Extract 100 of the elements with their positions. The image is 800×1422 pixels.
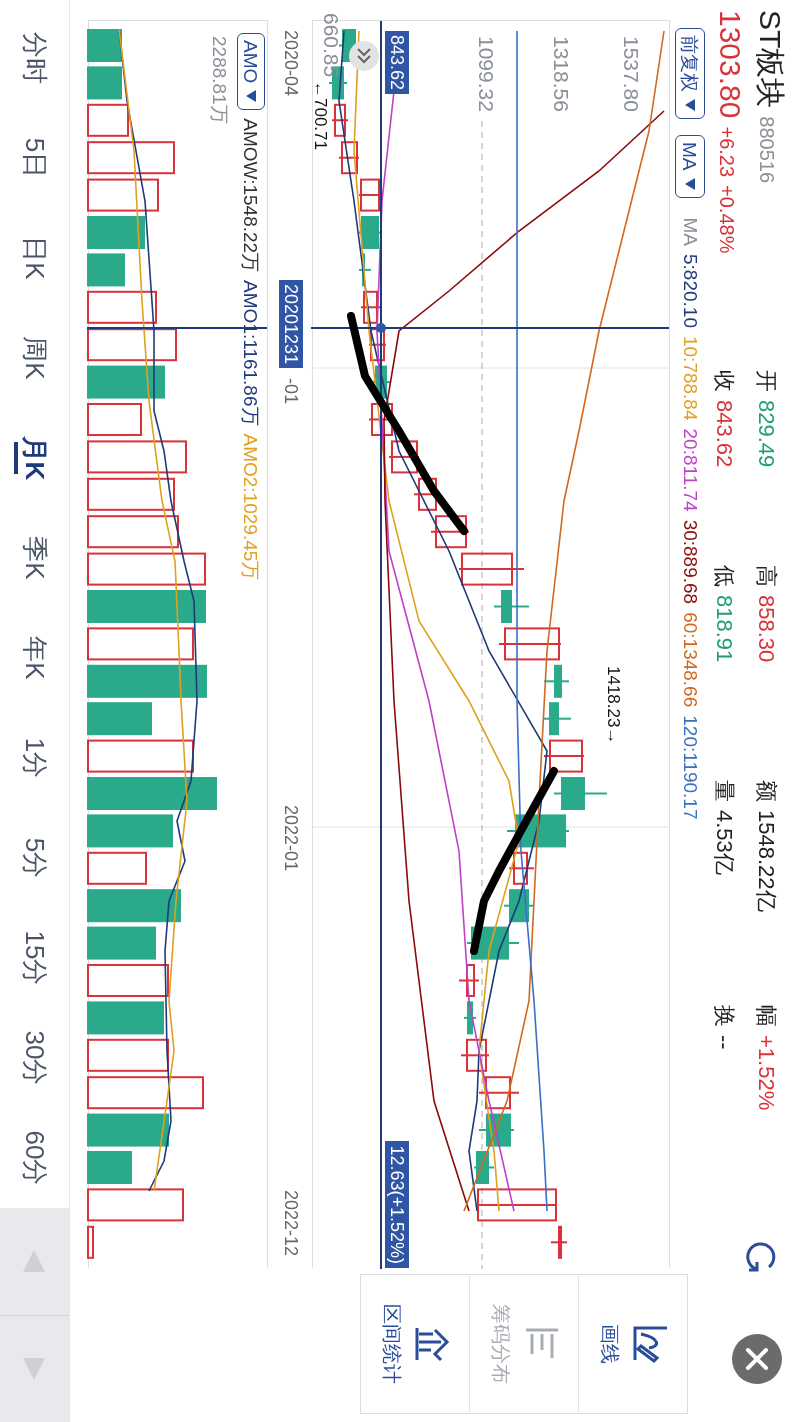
- stat-label: 低: [711, 565, 739, 587]
- period-tab[interactable]: 1分: [0, 708, 69, 808]
- crosshair-date-label: 20201231: [279, 280, 303, 369]
- candlestick: [493, 590, 530, 623]
- price-change: +6.23: [715, 126, 739, 178]
- period-tab[interactable]: 60分: [0, 1108, 69, 1208]
- indicator-dropdown[interactable]: AMO: [237, 33, 265, 111]
- date-axis-label: 2022-12: [282, 1190, 300, 1257]
- price-change-percent: +0.48%: [715, 185, 739, 254]
- volume-axis-label: 2288.81万: [210, 36, 229, 124]
- volume-bar: [87, 926, 156, 960]
- period-tab[interactable]: 5日: [0, 108, 69, 208]
- candlestick: [458, 964, 480, 997]
- stat-value: --: [711, 1035, 739, 1050]
- candlestick: [358, 216, 382, 249]
- legend-value: 30:889.68: [679, 519, 703, 605]
- candlestick: [388, 440, 420, 474]
- candlestick: [550, 1225, 568, 1259]
- period-tab[interactable]: 季K: [0, 508, 69, 608]
- stat-value: 843.62: [711, 400, 739, 468]
- legend-value: 60:1348.66: [679, 612, 703, 708]
- candlestick: [543, 664, 570, 698]
- candlestick: [458, 552, 525, 586]
- stat-label: 开: [753, 370, 781, 392]
- date-axis-label: -01: [282, 378, 300, 404]
- adjust-dropdown[interactable]: 前复权: [675, 28, 705, 119]
- caret-icon: [684, 98, 696, 112]
- candlestick: [460, 1038, 490, 1072]
- candlestick: [338, 141, 360, 175]
- close-icon: [745, 1347, 769, 1371]
- caret-icon: [245, 89, 257, 104]
- volume-bar: [87, 29, 122, 62]
- period-tab[interactable]: 周K: [0, 308, 69, 408]
- period-tab[interactable]: 30分: [0, 1008, 69, 1108]
- period-tab[interactable]: 分时: [0, 8, 69, 108]
- stat-label: 量: [711, 780, 739, 802]
- stat-label: 额: [753, 780, 781, 802]
- stat-label: 换: [711, 1005, 739, 1027]
- max-price-marker: 1418.23→: [605, 666, 622, 745]
- volume-bar: [87, 1151, 132, 1184]
- period-tab[interactable]: 日K: [0, 208, 69, 308]
- candlestick: [478, 1076, 520, 1110]
- price-axis-label: 1318.56: [551, 36, 572, 112]
- candlestick: [358, 178, 382, 212]
- candlestick: [466, 926, 520, 960]
- stat-label: 幅: [753, 1005, 781, 1027]
- stock-code: 880516: [755, 116, 779, 184]
- min-price-marker: ←700.71: [312, 81, 329, 150]
- legend-value: 10:788.84: [679, 335, 703, 421]
- crosshair-change-label: 12.63(+1.52%): [385, 1141, 409, 1268]
- period-tab[interactable]: 年K: [0, 608, 69, 708]
- volume-bar: [87, 178, 159, 212]
- stock-name: ST板块: [753, 10, 788, 109]
- close-button[interactable]: [732, 1334, 782, 1384]
- stat-value: 829.49: [753, 400, 781, 468]
- legend-label: MA: [679, 217, 703, 246]
- expand-icon: [349, 41, 379, 71]
- period-tab[interactable]: 月K: [0, 408, 69, 508]
- candlestick: [463, 1001, 477, 1035]
- candlestick: [413, 477, 440, 511]
- legend-value: AMO2:1029.45万: [241, 433, 261, 581]
- volume-bar: [87, 851, 147, 885]
- legend-value: AMOW:1548.22万: [241, 118, 261, 273]
- candlestick: [331, 103, 349, 137]
- stat-value: 4.53亿: [711, 810, 739, 875]
- candlestick: [358, 253, 372, 287]
- indicator-dropdown[interactable]: MA: [675, 135, 705, 198]
- period-tab[interactable]: 15分: [0, 908, 69, 1008]
- legend-value: AMO1:1161.86万: [241, 280, 261, 426]
- volume-bar: [87, 1225, 94, 1259]
- price-axis-label: 660.85: [321, 13, 342, 78]
- period-tab[interactable]: 5分: [0, 808, 69, 908]
- price-axis-label: 1537.80: [621, 36, 642, 112]
- candlestick: [473, 1151, 495, 1184]
- legend-value: 20:811.74: [679, 428, 703, 512]
- date-axis-label: 2022-01: [282, 805, 300, 872]
- candlestick: [498, 627, 562, 661]
- crosshair-price-label: 843.62: [385, 31, 409, 95]
- candlestick: [543, 739, 585, 773]
- candlestick: [370, 365, 392, 399]
- legend-value: 5:820.10: [679, 254, 703, 328]
- candlestick: [508, 851, 535, 885]
- candlestick: [430, 515, 470, 549]
- candlestick: [553, 777, 608, 810]
- date-axis-label: 2020-04: [282, 30, 300, 97]
- crosshair-dot: [376, 323, 386, 333]
- caret-icon: [684, 176, 696, 191]
- volume-bar: [87, 403, 142, 436]
- volume-bar: [87, 253, 125, 287]
- volume-bar: [87, 103, 129, 137]
- candlestick: [360, 290, 382, 324]
- price: 1303.80: [713, 10, 748, 119]
- stat-value: +1.52%: [753, 1035, 781, 1111]
- stat-value: 1548.22亿: [753, 810, 781, 912]
- stat-value: 858.30: [753, 595, 781, 663]
- candlestick: [368, 403, 395, 436]
- candlestick: [503, 889, 535, 923]
- stat-value: 818.91: [711, 595, 739, 663]
- candlestick: [478, 1113, 515, 1147]
- legend-value: 120:1190.17: [679, 715, 703, 820]
